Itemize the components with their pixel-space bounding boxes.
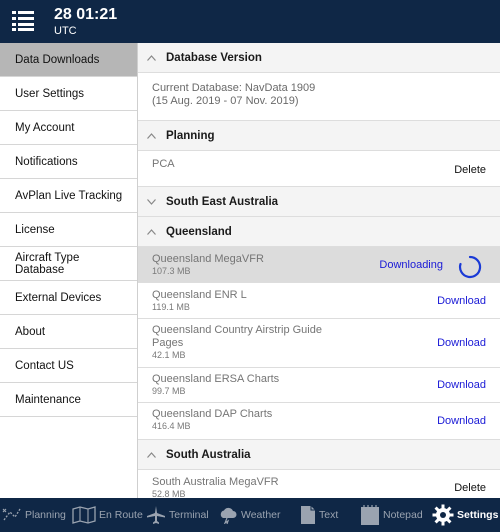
list-item: South Australia MegaVFR 52.8 MB Delete	[138, 470, 500, 498]
weather-icon	[220, 507, 237, 524]
sidebar-item-live-tracking[interactable]: AvPlan Live Tracking	[0, 179, 137, 213]
section-header-database[interactable]: Database Version	[138, 43, 500, 73]
chevron-down-icon	[147, 198, 156, 205]
delete-button[interactable]: Delete	[454, 164, 486, 176]
database-current: Current Database: NavData 1909	[152, 82, 316, 94]
tab-label: Notepad	[383, 509, 423, 521]
list-item: Queensland ENR L 119.1 MB Download	[138, 283, 500, 319]
tab-text[interactable]: Text	[300, 498, 338, 532]
list-item: Queensland Country Airstrip Guide Pages …	[138, 319, 500, 368]
sidebar-item-data-downloads[interactable]: Data Downloads	[0, 43, 137, 77]
chevron-up-icon	[147, 132, 156, 139]
sidebar-item-label: Maintenance	[15, 393, 81, 406]
sidebar-item-label: Data Downloads	[15, 53, 100, 66]
bottom-tab-bar: Planning En Route Terminal Weather Text	[0, 498, 500, 532]
gear-icon	[432, 504, 454, 526]
sidebar-item-label: Aircraft Type Database	[15, 251, 80, 276]
item-size: 42.1 MB	[152, 350, 186, 360]
download-button[interactable]: Download	[437, 415, 486, 427]
download-button[interactable]: Download	[437, 379, 486, 391]
map-icon	[72, 506, 96, 524]
sidebar-item-label: About	[15, 325, 46, 338]
top-bar: 28 01:21 UTC	[0, 0, 500, 43]
sidebar-item-contact-us[interactable]: Contact US	[0, 349, 137, 383]
clock-timezone: UTC	[54, 25, 77, 37]
sidebar-item-user-settings[interactable]: User Settings	[0, 77, 137, 111]
tab-notepad[interactable]: Notepad	[360, 498, 423, 532]
chevron-up-icon	[147, 451, 156, 458]
document-icon	[301, 506, 315, 524]
section-title: Database Version	[166, 51, 262, 64]
section-header-south-australia[interactable]: South Australia	[138, 440, 500, 470]
sidebar-item-my-account[interactable]: My Account	[0, 111, 137, 145]
sidebar-item-about[interactable]: About	[0, 315, 137, 349]
delete-button[interactable]: Delete	[454, 482, 486, 494]
section-header-queensland[interactable]: Queensland	[138, 217, 500, 247]
tab-settings[interactable]: Settings	[432, 498, 498, 532]
loading-spinner-icon	[458, 255, 482, 279]
section-header-south-east-australia[interactable]: South East Australia	[138, 187, 500, 217]
sidebar-item-label: External Devices	[15, 291, 102, 304]
sidebar-item-notifications[interactable]: Notifications	[0, 145, 137, 179]
tab-label: Planning	[25, 509, 66, 521]
sidebar-item-label: User Settings	[15, 87, 85, 100]
section-header-planning[interactable]: Planning	[138, 121, 500, 151]
database-info: Current Database: NavData 1909 (15 Aug. …	[138, 73, 500, 121]
sidebar-item-label: AvPlan Live Tracking	[15, 189, 123, 202]
sidebar-item-label: License	[15, 223, 55, 236]
item-name: Queensland Country Airstrip Guide Pages	[152, 324, 322, 349]
chevron-up-icon	[147, 54, 156, 61]
tab-weather[interactable]: Weather	[218, 498, 281, 532]
section-title: Planning	[166, 129, 215, 142]
settings-sidebar: Data Downloads User Settings My Account …	[0, 43, 138, 498]
tab-terminal[interactable]: Terminal	[146, 498, 209, 532]
tab-label: Settings	[457, 509, 499, 521]
list-item: Queensland MegaVFR 107.3 MB Downloading	[138, 247, 500, 283]
notepad-icon	[361, 505, 379, 525]
clock-time: 28 01:21	[54, 6, 118, 23]
sidebar-item-label: My Account	[15, 121, 75, 134]
item-size: 107.3 MB	[152, 266, 191, 276]
item-name: South Australia MegaVFR	[152, 476, 279, 488]
sidebar-item-license[interactable]: License	[0, 213, 137, 247]
download-button[interactable]: Download	[437, 337, 486, 349]
section-title: South Australia	[166, 448, 251, 461]
tab-label: Text	[319, 509, 339, 521]
tab-label: Weather	[241, 509, 281, 521]
list-item: Queensland DAP Charts 416.4 MB Download	[138, 403, 500, 440]
sidebar-item-maintenance[interactable]: Maintenance	[0, 383, 137, 417]
tab-label: En Route	[99, 509, 143, 521]
menu-list-icon[interactable]	[12, 11, 34, 31]
download-button[interactable]: Download	[437, 295, 486, 307]
item-name: Queensland MegaVFR	[152, 253, 264, 265]
list-item: Queensland ERSA Charts 99.7 MB Download	[138, 368, 500, 403]
database-range: (15 Aug. 2019 - 07 Nov. 2019)	[152, 95, 299, 107]
sidebar-item-label: Notifications	[15, 155, 78, 168]
planning-icon	[2, 508, 21, 521]
item-size: 52.8 MB	[152, 489, 186, 498]
item-name: PCA	[152, 158, 175, 170]
tab-label: Terminal	[169, 509, 209, 521]
downloading-status: Downloading	[379, 259, 443, 271]
tab-planning[interactable]: Planning	[2, 498, 66, 532]
sidebar-item-label: Contact US	[15, 359, 74, 372]
plane-icon	[147, 506, 165, 524]
sidebar-item-aircraft-type-database[interactable]: Aircraft Type Database	[0, 247, 137, 281]
sidebar-item-external-devices[interactable]: External Devices	[0, 281, 137, 315]
section-title: Queensland	[166, 225, 232, 238]
chevron-up-icon	[147, 228, 156, 235]
downloads-panel: Database Version Current Database: NavDa…	[138, 43, 500, 498]
tab-en-route[interactable]: En Route	[72, 498, 143, 532]
section-title: South East Australia	[166, 195, 279, 208]
list-item: PCA Delete	[138, 151, 500, 187]
